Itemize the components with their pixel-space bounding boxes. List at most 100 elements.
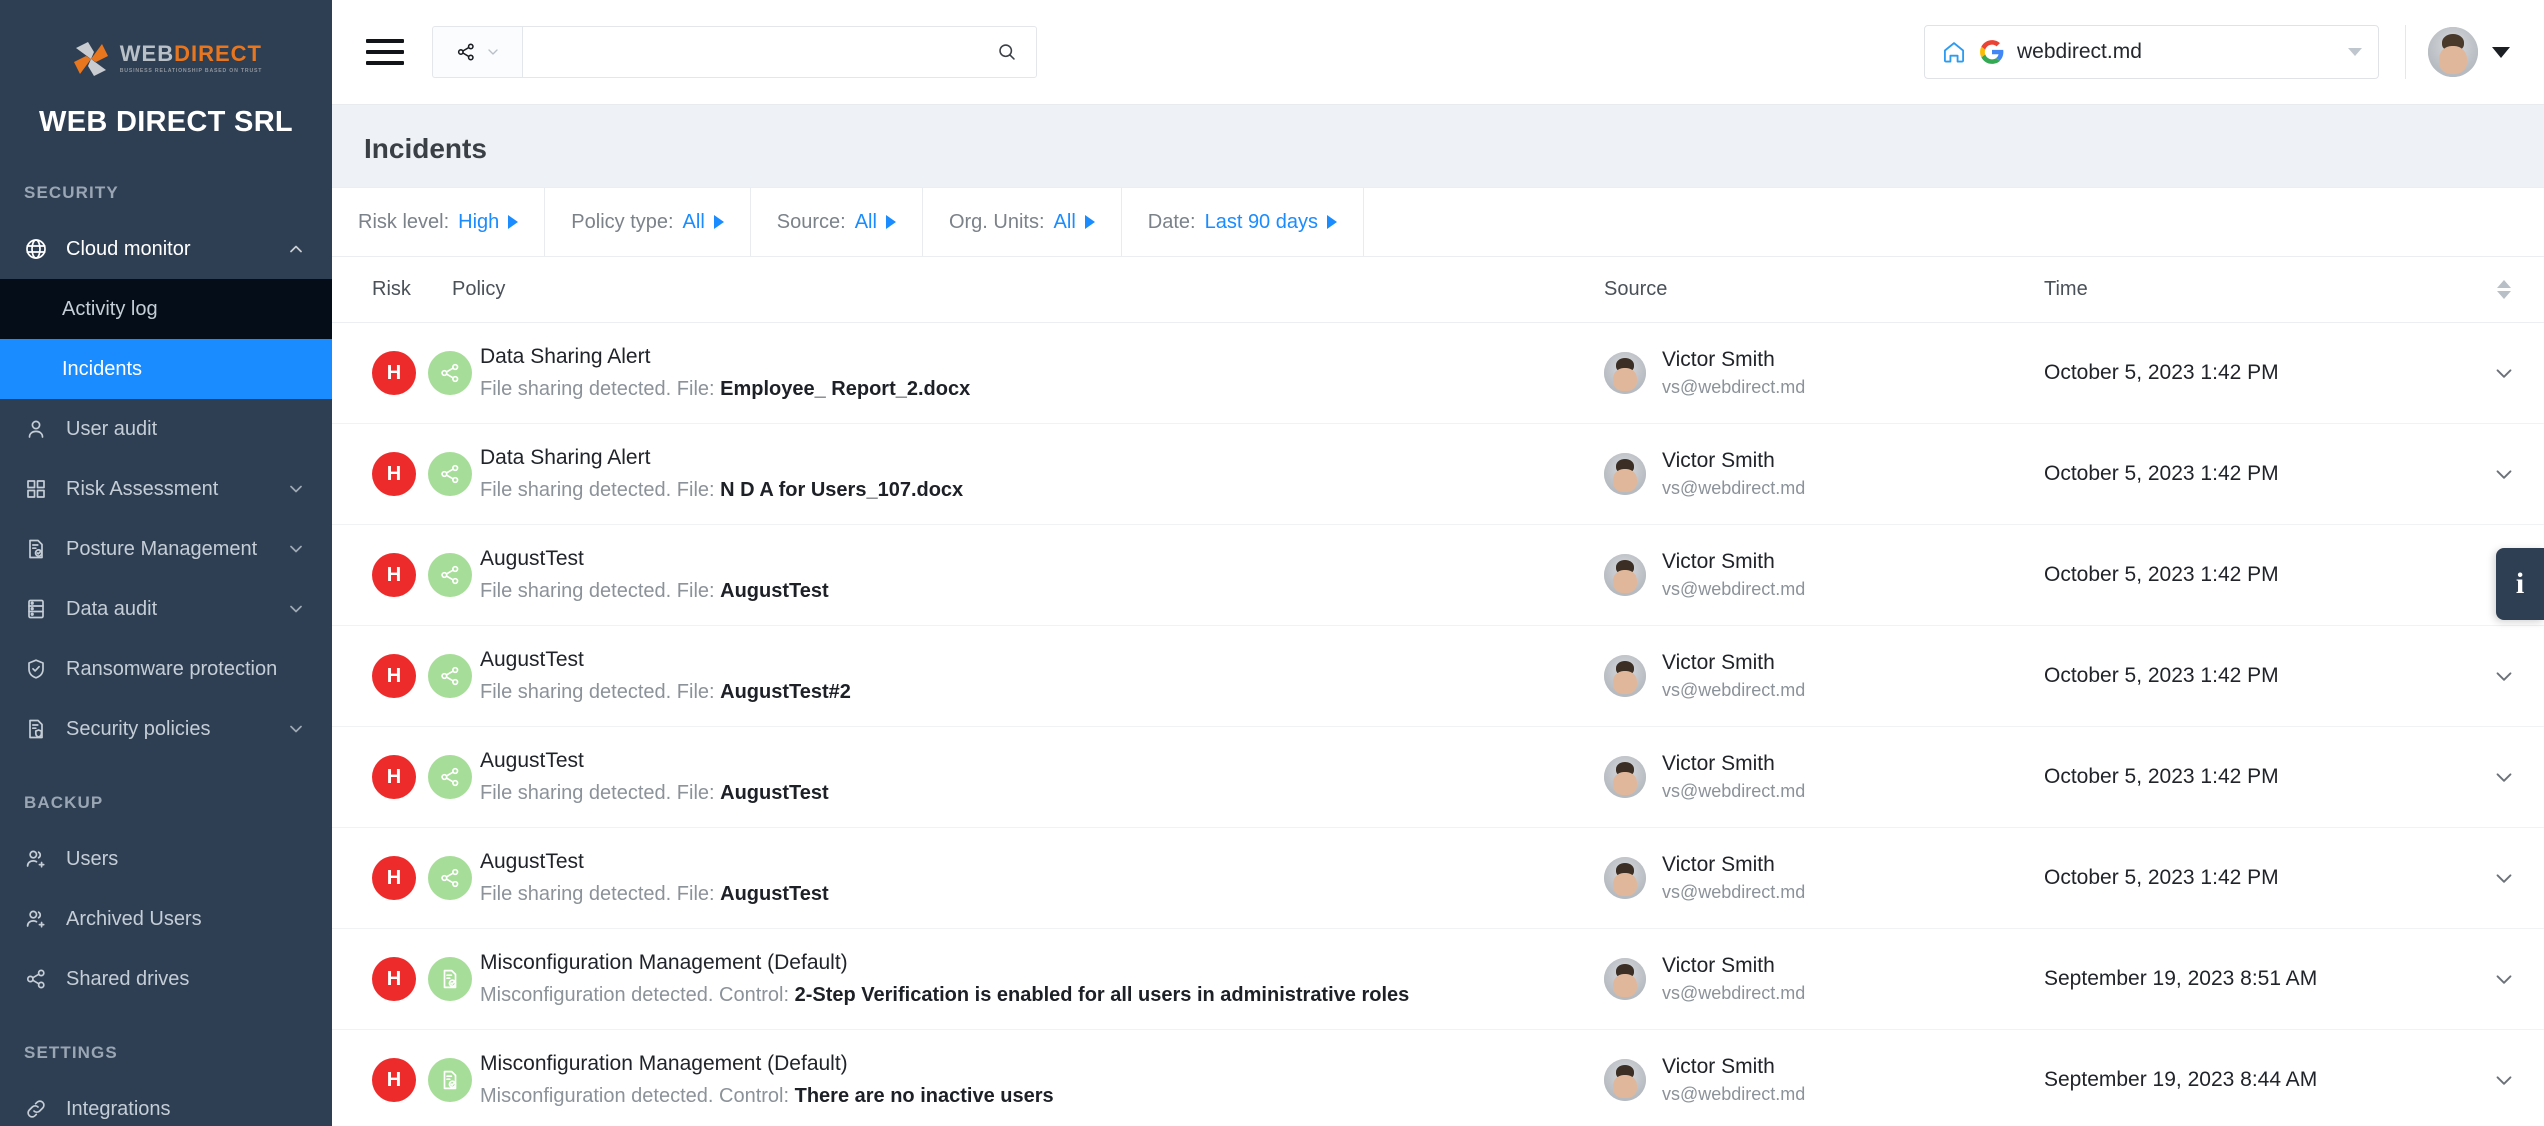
shield-check-icon	[24, 657, 48, 681]
avatar	[1604, 756, 1646, 798]
table-row[interactable]: H AugustTest File sharing detected. File: …	[332, 727, 2544, 828]
filter-org-units[interactable]: Org. Units: All	[923, 188, 1122, 256]
cell-time: October 5, 2023 1:42 PM	[2044, 361, 2279, 384]
policy-title: AugustTest	[480, 547, 584, 570]
sidebar-item-risk-assessment[interactable]: Risk Assessment	[0, 459, 332, 519]
policy-title: AugustTest	[480, 648, 584, 671]
sidebar-item-ransomware-protection[interactable]: Ransomware protection	[0, 639, 332, 699]
filter-value: High	[458, 210, 500, 233]
cell-time: October 5, 2023 1:42 PM	[2044, 765, 2279, 788]
policy-description-prefix: File sharing detected. File:	[480, 580, 721, 602]
cell-policy: Misconfiguration Management (Default) Mis…	[452, 1052, 1604, 1108]
table-row[interactable]: H AugustTest File sharing detected. File: …	[332, 525, 2544, 626]
filter-label: Policy type:	[571, 210, 674, 233]
sidebar-item-user-audit[interactable]: User audit	[0, 399, 332, 459]
sort-toggle[interactable]	[2464, 280, 2544, 299]
topbar-right: webdirect.md	[1924, 25, 2510, 79]
chevron-right-icon	[713, 215, 724, 229]
chevron-right-icon	[1084, 215, 1095, 229]
logo-pinwheel-icon	[70, 38, 112, 80]
policy-description-target: 2-Step Verification is enabled for all u…	[794, 984, 1410, 1006]
source-identity: Victor Smith vs@webdirect.md	[1662, 651, 1805, 701]
source-identity: Victor Smith vs@webdirect.md	[1662, 954, 1805, 1004]
sidebar-item-integrations[interactable]: Integrations	[0, 1079, 332, 1126]
database-icon	[24, 597, 48, 621]
search-scope-dropdown[interactable]	[432, 26, 522, 78]
expand-row-button[interactable]	[2464, 865, 2544, 891]
sidebar-item-incidents[interactable]: Incidents	[0, 339, 332, 399]
source-name: Victor Smith	[1662, 449, 1775, 472]
filter-source[interactable]: Source: All	[751, 188, 923, 256]
sidebar-item-label: Archived Users	[66, 907, 202, 930]
source-name: Victor Smith	[1662, 1055, 1775, 1078]
policy-title: AugustTest	[480, 850, 584, 873]
search-input[interactable]	[541, 41, 996, 63]
expand-row-button[interactable]	[2464, 461, 2544, 487]
account-menu[interactable]	[2428, 27, 2510, 77]
expand-row-button[interactable]	[2464, 764, 2544, 790]
policy-description-prefix: File sharing detected. File:	[480, 479, 721, 501]
info-tab-button[interactable]: i	[2496, 548, 2544, 620]
table-row[interactable]: H Data Sharing Alert File sharing detected…	[332, 424, 2544, 525]
table-row[interactable]: H Misconfiguration Management (Default) Mi…	[332, 929, 2544, 1030]
risk-badge: H	[372, 957, 416, 1001]
logo-direct-text: DIRECT	[174, 41, 262, 67]
source-identity: Victor Smith vs@webdirect.md	[1662, 449, 1805, 499]
expand-row-button[interactable]	[2464, 966, 2544, 992]
source-name: Victor Smith	[1662, 651, 1775, 674]
sidebar-item-label: Posture Management	[66, 537, 258, 560]
filter-risk-level[interactable]: Risk level: High	[332, 188, 546, 256]
sidebar-item-label: User audit	[66, 417, 158, 440]
nav-section-settings: SETTINGS	[24, 1043, 118, 1062]
table-row[interactable]: H AugustTest File sharing detected. File: …	[332, 828, 2544, 929]
policy-description: File sharing detected. File: AugustTest#…	[480, 681, 1604, 704]
sidebar-item-label: Cloud monitor	[66, 237, 191, 260]
expand-row-button[interactable]	[2464, 360, 2544, 386]
share-icon	[455, 41, 477, 63]
users-add-icon	[24, 907, 48, 931]
filter-policy-type[interactable]: Policy type: All	[545, 188, 751, 256]
chevron-down-icon	[286, 719, 306, 739]
doc-check-icon	[24, 537, 48, 561]
hamburger-menu-icon[interactable]	[366, 39, 404, 65]
table-row[interactable]: H Misconfiguration Management (Default) Mi…	[332, 1030, 2544, 1126]
link-icon	[24, 1097, 48, 1121]
chevron-down-icon	[485, 44, 501, 60]
expand-row-button[interactable]	[2464, 663, 2544, 689]
sidebar-item-users[interactable]: Users	[0, 829, 332, 889]
policy-description-target: There are no inactive users	[794, 1085, 1054, 1107]
risk-badge: H	[372, 755, 416, 799]
table-row[interactable]: H Data Sharing Alert File sharing detected…	[332, 323, 2544, 424]
risk-badge: H	[372, 1058, 416, 1102]
sidebar-item-archived-users[interactable]: Archived Users	[0, 889, 332, 949]
search-icon[interactable]	[996, 41, 1018, 63]
sidebar-item-posture-management[interactable]: Posture Management	[0, 519, 332, 579]
cell-source: Victor Smith vs@webdirect.md	[1604, 550, 2044, 600]
filter-label: Org. Units:	[948, 210, 1045, 233]
policy-description-target: AugustTest	[720, 580, 829, 602]
incidents-table: Risk Policy Source Time H Data Sharing Al…	[332, 257, 2544, 1126]
table-row[interactable]: H AugustTest File sharing detected. File: …	[332, 626, 2544, 727]
policy-description: Misconfiguration detected. Control: Ther…	[480, 1085, 1604, 1108]
cell-policy: AugustTest File sharing detected. File: A…	[452, 749, 1604, 805]
users-add-icon	[24, 847, 48, 871]
filter-date[interactable]: Date: Last 90 days	[1122, 188, 1364, 256]
nav-section-backup: BACKUP	[24, 793, 104, 812]
expand-row-button[interactable]	[2464, 1067, 2544, 1093]
google-logo-icon	[1979, 39, 2005, 65]
sidebar-item-shared-drives[interactable]: Shared drives	[0, 949, 332, 1009]
risk-badge: H	[372, 351, 416, 395]
cell-risk: H	[332, 755, 472, 799]
chevron-down-icon	[2492, 46, 2510, 58]
cell-policy: AugustTest File sharing detected. File: A…	[452, 850, 1604, 906]
search-bar	[432, 26, 1037, 78]
domain-selector[interactable]: webdirect.md	[1924, 25, 2379, 79]
nav-section-security: SECURITY	[24, 183, 119, 202]
cell-time: October 5, 2023 1:42 PM	[2044, 866, 2279, 889]
sidebar-item-data-audit[interactable]: Data audit	[0, 579, 332, 639]
sidebar-item-security-policies[interactable]: Security policies	[0, 699, 332, 759]
sort-arrows-icon	[2497, 280, 2511, 299]
sidebar-item-activity-log[interactable]: Activity log	[0, 279, 332, 339]
sidebar-item-cloud-monitor[interactable]: Cloud monitor	[0, 219, 332, 279]
cell-risk: H	[332, 856, 472, 900]
